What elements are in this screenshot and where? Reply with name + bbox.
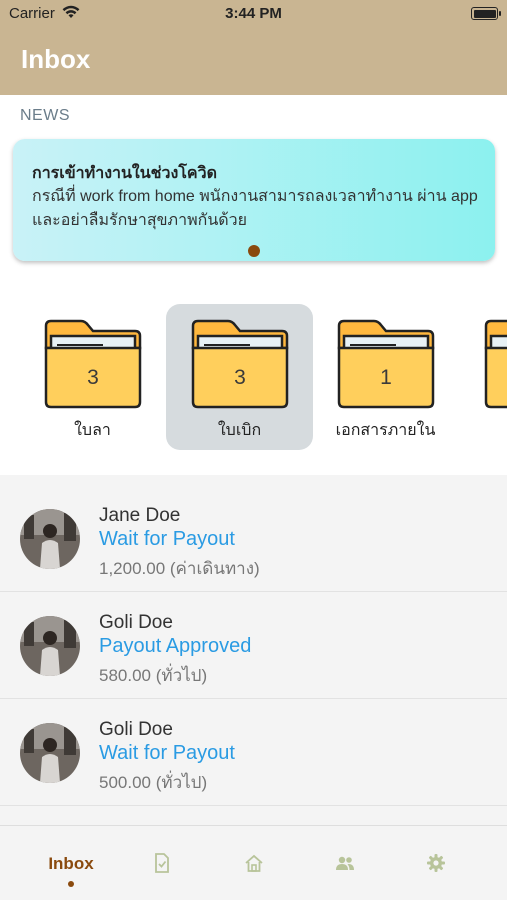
tab-bar: Inbox — [0, 825, 507, 900]
page-title: Inbox — [21, 44, 91, 74]
item-status: Wait for Payout — [99, 742, 235, 764]
avatar — [20, 723, 80, 783]
home-icon — [245, 854, 263, 872]
news-section: NEWS การเข้าทำงานในช่วงโควิด กรณีที่ wor… — [0, 95, 507, 475]
item-amount: 580.00 (ทั่วไป) — [99, 666, 208, 685]
avatar — [20, 616, 80, 676]
news-section-label: NEWS — [20, 107, 70, 124]
folder-label: เอกสารภายใน — [335, 422, 436, 439]
news-body: กรณีที่ work from home พนักงานสามารถลงเว… — [32, 188, 478, 229]
item-name: Goli Doe — [99, 612, 173, 633]
tab-inbox[interactable]: Inbox — [26, 826, 116, 900]
active-tab-indicator — [68, 881, 74, 887]
list-item[interactable]: Goli Doe Payout Approved 580.00 (ทั่วไป) — [0, 592, 507, 699]
news-title: การเข้าทำงานในช่วงโควิด — [32, 165, 217, 182]
news-card[interactable]: การเข้าทำงานในช่วงโควิด กรณีที่ work fro… — [13, 139, 495, 261]
item-status: Payout Approved — [99, 635, 252, 657]
tab-inbox-label: Inbox — [48, 854, 94, 873]
item-name: Goli Doe — [99, 719, 173, 740]
list-item[interactable]: Goli Doe Wait for Payout 500.00 (ทั่วไป) — [0, 699, 507, 806]
folder-item-leave[interactable]: 3 ใบลา — [19, 304, 166, 450]
folder-icon — [44, 319, 142, 409]
folder-count: 3 — [87, 366, 99, 389]
app-header: Carrier 3:44 PM Inbox — [0, 0, 507, 95]
folder-count: 3 — [234, 366, 246, 389]
list-item[interactable]: Jane Doe Wait for Payout 1,200.00 (ค่าเด… — [0, 485, 507, 592]
folder-item-partial[interactable] — [483, 318, 507, 410]
folder-icon — [337, 319, 435, 409]
item-status: Wait for Payout — [99, 528, 235, 550]
tab-settings[interactable] — [391, 826, 481, 900]
battery-icon — [471, 7, 501, 20]
status-bar: Carrier 3:44 PM — [0, 0, 507, 28]
document-check-icon — [155, 853, 169, 873]
folder-count: 1 — [380, 366, 392, 389]
avatar — [20, 509, 80, 569]
folder-icon — [191, 319, 289, 409]
folder-icon — [484, 319, 507, 409]
tab-documents[interactable] — [117, 826, 207, 900]
folder-item-internal-docs[interactable]: 1 เอกสารภายใน — [312, 304, 459, 450]
status-time: 3:44 PM — [225, 5, 282, 22]
folder-label: ใบลา — [74, 422, 111, 439]
tab-people[interactable] — [300, 826, 390, 900]
item-name: Jane Doe — [99, 505, 181, 526]
tab-home[interactable] — [209, 826, 299, 900]
item-amount: 500.00 (ทั่วไป) — [99, 773, 208, 792]
carousel-page-indicator[interactable] — [248, 245, 260, 257]
people-icon — [336, 856, 354, 870]
item-amount: 1,200.00 (ค่าเดินทาง) — [99, 559, 260, 578]
folder-label: ใบเบิก — [217, 422, 262, 439]
settings-gear-icon — [427, 854, 445, 872]
folder-item-withdrawal[interactable]: 3 ใบเบิก — [166, 304, 313, 450]
